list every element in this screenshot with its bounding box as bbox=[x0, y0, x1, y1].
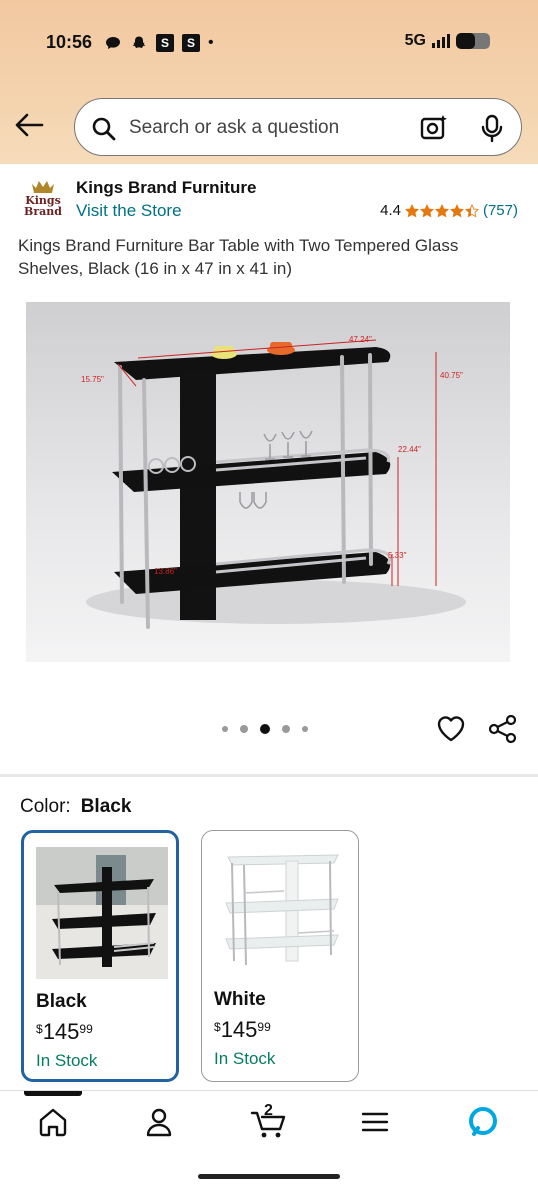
swatch-name: Black bbox=[36, 991, 87, 1012]
rating-value: 4.4 bbox=[380, 202, 401, 219]
alexa-icon[interactable] bbox=[466, 1105, 502, 1141]
product-title: Kings Brand Furniture Bar Table with Two… bbox=[18, 236, 459, 278]
active-tab-indicator bbox=[24, 1091, 82, 1096]
search-bar[interactable]: Search or ask a question bbox=[74, 98, 522, 156]
star-rating bbox=[404, 203, 479, 218]
status-notification-icons: S S • bbox=[104, 34, 214, 52]
dimension-label: 47.24" bbox=[349, 335, 372, 344]
price-whole: 145 bbox=[42, 1019, 80, 1044]
carousel-dot[interactable] bbox=[222, 726, 228, 732]
image-carousel-dots[interactable] bbox=[222, 724, 308, 734]
brand-name: Kings Brand Furniture bbox=[76, 178, 257, 197]
carousel-dot[interactable] bbox=[260, 724, 270, 734]
stock-status: In Stock bbox=[36, 1051, 98, 1070]
dot-icon: • bbox=[208, 34, 214, 51]
color-label: Color: bbox=[20, 796, 71, 817]
star-icon bbox=[404, 203, 419, 217]
price-fraction: 99 bbox=[79, 1022, 93, 1036]
swatch-image-white bbox=[214, 845, 346, 977]
menu-icon[interactable] bbox=[358, 1105, 394, 1141]
battery-icon bbox=[456, 33, 490, 49]
back-arrow-icon[interactable] bbox=[14, 112, 44, 138]
color-option-black[interactable]: Black $ 145 99 In Stock bbox=[21, 830, 179, 1082]
visit-store-link[interactable]: Visit the Store bbox=[76, 201, 182, 221]
svg-text:Brand: Brand bbox=[24, 205, 62, 218]
section-divider bbox=[0, 774, 538, 777]
dimension-label: 40.75" bbox=[440, 371, 463, 380]
status-system-icons: 5G bbox=[405, 32, 490, 50]
snapchat-icon bbox=[130, 34, 148, 52]
color-option-white[interactable]: White $ 145 99 In Stock bbox=[201, 830, 359, 1082]
price-fraction: 99 bbox=[257, 1020, 271, 1034]
product-image[interactable]: 47.24" 40.75" 15.75" 22.44" 5.33" 13.86" bbox=[26, 302, 510, 662]
star-icon bbox=[449, 203, 464, 217]
status-bar: 10:56 S S • 5G bbox=[0, 28, 538, 60]
carousel-dot[interactable] bbox=[302, 726, 308, 732]
swatch-price: $ 145 99 bbox=[214, 1017, 271, 1043]
carousel-dot[interactable] bbox=[240, 725, 248, 733]
camera-icon[interactable] bbox=[419, 113, 449, 148]
star-icon bbox=[434, 203, 449, 217]
home-indicator[interactable] bbox=[198, 1174, 340, 1179]
account-icon[interactable] bbox=[142, 1105, 178, 1141]
price-currency: $ bbox=[214, 1020, 221, 1034]
dimension-label: 22.44" bbox=[398, 445, 421, 454]
dimension-label: 15.75" bbox=[81, 375, 104, 384]
status-time: 10:56 bbox=[46, 32, 93, 52]
stock-status: In Stock bbox=[214, 1049, 276, 1068]
bottom-nav bbox=[0, 1090, 538, 1160]
share-icon[interactable] bbox=[488, 714, 518, 749]
search-icon[interactable] bbox=[91, 116, 117, 147]
color-selector-label: Color: Black bbox=[20, 796, 131, 818]
network-label: 5G bbox=[404, 32, 426, 49]
dimension-label: 5.33" bbox=[388, 551, 407, 560]
selected-color: Black bbox=[80, 796, 132, 817]
rating-summary[interactable]: 4.4 (757) bbox=[380, 202, 518, 219]
swatch-name: White bbox=[214, 989, 266, 1010]
review-count[interactable]: (757) bbox=[483, 202, 518, 219]
mic-icon[interactable] bbox=[479, 113, 505, 148]
s-app-icon: S bbox=[156, 34, 174, 52]
price-whole: 145 bbox=[220, 1017, 258, 1042]
chat-bubble-icon bbox=[104, 34, 122, 52]
swatch-image-black bbox=[36, 847, 168, 979]
star-icon bbox=[419, 203, 434, 217]
carousel-dot[interactable] bbox=[282, 725, 290, 733]
signal-icon bbox=[432, 34, 450, 48]
s-app-icon: S bbox=[182, 34, 200, 52]
price-currency: $ bbox=[36, 1022, 43, 1036]
swatch-price: $ 145 99 bbox=[36, 1019, 93, 1045]
brand-logo[interactable]: Kings Brand bbox=[20, 178, 66, 220]
home-icon[interactable] bbox=[36, 1105, 72, 1141]
heart-icon[interactable] bbox=[436, 714, 466, 747]
cart-count: 2 bbox=[264, 1102, 273, 1119]
search-input[interactable]: Search or ask a question bbox=[129, 117, 339, 139]
dimension-label: 13.86" bbox=[154, 567, 177, 576]
star-icon bbox=[464, 203, 479, 217]
